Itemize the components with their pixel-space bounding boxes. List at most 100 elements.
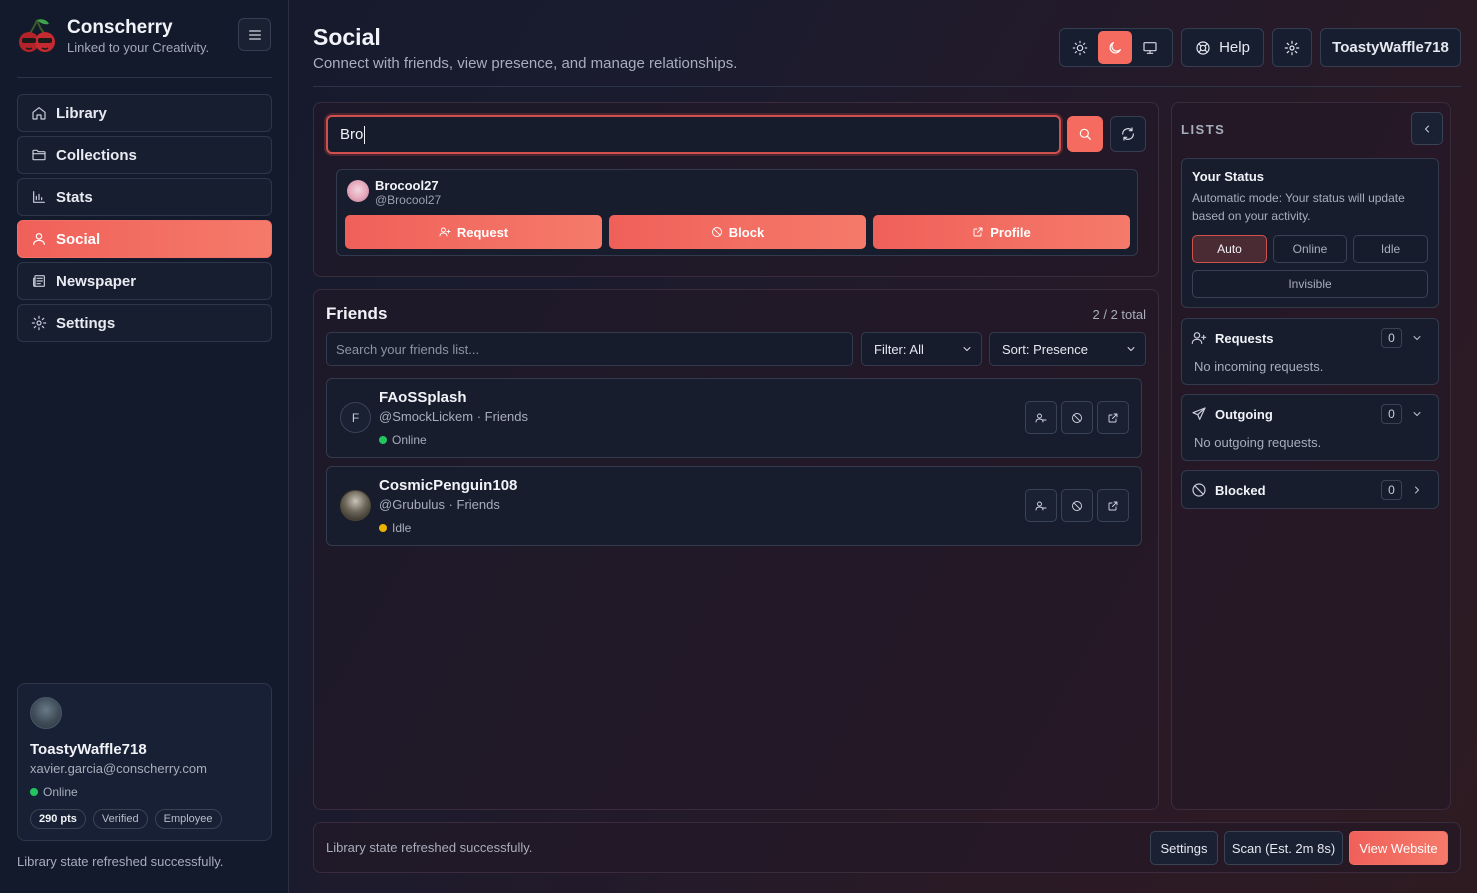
user-menu-label: ToastyWaffle718 [1332, 39, 1449, 56]
chevron-down-icon [963, 347, 971, 351]
user-minus-icon [1035, 501, 1047, 510]
profile-label: Profile [990, 224, 1031, 240]
request-button[interactable]: Request [345, 215, 602, 249]
sidebar-item-social[interactable]: Social [17, 220, 272, 258]
block-button[interactable]: Block [609, 215, 866, 249]
external-link-icon [1108, 501, 1118, 510]
hamburger-icon [248, 29, 261, 40]
help-button[interactable]: Help [1181, 28, 1264, 67]
theme-switcher [1059, 28, 1173, 67]
sidebar: Conscherry Linked to your Creativity. Li… [0, 0, 289, 893]
chevron-down-icon [1413, 336, 1421, 340]
system-theme-button[interactable] [1134, 31, 1167, 64]
sidebar-item-library[interactable]: Library [17, 94, 272, 132]
brand-name: Conscherry [67, 17, 173, 38]
sidebar-nav: Library Collections Stats Social Newspap… [17, 94, 272, 346]
user-name: ToastyWaffle718 [30, 741, 147, 758]
friend-actions [1021, 401, 1129, 434]
view-website-button[interactable]: View Website [1349, 831, 1448, 865]
chevron-right-icon [1415, 486, 1419, 494]
send-icon [1192, 407, 1206, 420]
your-status-card: Your Status Automatic mode: Your status … [1181, 158, 1439, 308]
user-menu-button[interactable]: ToastyWaffle718 [1320, 28, 1461, 67]
friend-status-text: Online [392, 433, 427, 447]
online-dot-icon [379, 436, 387, 444]
status-auto-button[interactable]: Auto [1192, 235, 1267, 263]
avatar: F [340, 402, 371, 433]
user-email: xavier.garcia@conscherry.com [30, 761, 207, 776]
text-caret [364, 125, 366, 144]
lists-title: LISTS [1181, 122, 1226, 137]
block-friend-button[interactable] [1061, 489, 1093, 522]
status-footer: Library state refreshed successfully. Se… [313, 822, 1461, 873]
monitor-icon [1143, 41, 1157, 54]
chevron-down-icon [1413, 412, 1421, 416]
sun-icon [1072, 40, 1087, 55]
blocked-header[interactable]: Blocked 0 [1191, 480, 1431, 500]
profile-button[interactable]: Profile [873, 215, 1130, 249]
status-idle-button[interactable]: Idle [1353, 235, 1428, 263]
scan-button[interactable]: Scan (Est. 2m 8s) [1224, 831, 1343, 865]
gear-icon [31, 315, 47, 331]
idle-dot-icon [379, 524, 387, 532]
requests-section: Requests 0 No incoming requests. [1181, 318, 1439, 385]
ban-icon [1072, 500, 1082, 511]
refresh-icon [1122, 127, 1134, 141]
outgoing-header[interactable]: Outgoing 0 [1191, 404, 1431, 424]
friends-count: 2 / 2 total [1092, 307, 1146, 322]
friend-row[interactable]: CosmicPenguin108 @Grubulus · Friends Idl… [326, 466, 1142, 546]
sidebar-item-newspaper[interactable]: Newspaper [17, 262, 272, 300]
result-actions: Request Block Profile [345, 215, 1130, 249]
search-result-card: Brocool27 @Brocool27 Request Block Profi… [336, 169, 1138, 256]
friend-row[interactable]: F FAoSSplash @SmockLickem · Friends Onli… [326, 378, 1142, 458]
light-theme-button[interactable] [1063, 31, 1096, 64]
refresh-button[interactable] [1110, 116, 1146, 152]
sidebar-item-stats[interactable]: Stats [17, 178, 272, 216]
remove-friend-button[interactable] [1025, 401, 1057, 434]
user-search-panel: Bro Brocool27 @Brocool27 Request Block P… [313, 102, 1159, 277]
status-online-button[interactable]: Online [1273, 235, 1347, 263]
sort-select[interactable]: Sort: Presence [989, 332, 1146, 366]
sidebar-divider [17, 77, 272, 78]
search-icon [1079, 128, 1091, 140]
user-search-input[interactable]: Bro [326, 115, 1061, 154]
cherry-logo-icon [19, 19, 55, 52]
sidebar-item-label: Collections [56, 146, 137, 164]
open-profile-button[interactable] [1097, 489, 1129, 522]
sidebar-toggle-button[interactable] [238, 18, 271, 51]
sidebar-item-label: Library [56, 104, 107, 122]
dark-theme-button[interactable] [1098, 31, 1132, 64]
outgoing-count: 0 [1381, 404, 1402, 424]
block-label: Block [728, 224, 765, 240]
open-profile-button[interactable] [1097, 401, 1129, 434]
user-icon [33, 233, 45, 245]
sidebar-item-collections[interactable]: Collections [17, 136, 272, 174]
status-invisible-button[interactable]: Invisible [1192, 270, 1428, 298]
avatar [340, 490, 371, 521]
user-plus-icon [1191, 332, 1207, 344]
friend-handle: @SmockLickem · Friends [379, 409, 529, 424]
sidebar-item-settings[interactable]: Settings [17, 304, 272, 342]
user-card[interactable]: ToastyWaffle718 xavier.garcia@conscherry… [17, 683, 272, 841]
external-link-icon [973, 227, 983, 237]
friends-search-input[interactable]: Search your friends list... [326, 332, 853, 366]
settings-button[interactable] [1272, 28, 1312, 67]
remove-friend-button[interactable] [1025, 489, 1057, 522]
block-friend-button[interactable] [1061, 401, 1093, 434]
your-status-title: Your Status [1192, 169, 1264, 184]
result-name: Brocool27 [375, 178, 439, 193]
verified-badge: Verified [92, 809, 148, 829]
avatar [30, 697, 62, 729]
filter-select-value: Filter: All [874, 341, 924, 357]
user-badges: 290 pts Verified Employee [30, 809, 259, 829]
requests-header[interactable]: Requests 0 [1191, 328, 1431, 348]
home-icon [32, 107, 46, 120]
collapse-lists-button[interactable] [1411, 112, 1443, 145]
search-input-value: Bro [340, 126, 364, 143]
friend-presence: Online [379, 433, 427, 447]
footer-settings-button[interactable]: Settings [1150, 831, 1218, 865]
sort-select-value: Sort: Presence [1002, 341, 1088, 357]
brand[interactable]: Conscherry Linked to your Creativity. [17, 16, 209, 56]
search-button[interactable] [1067, 116, 1103, 152]
filter-select[interactable]: Filter: All [861, 332, 982, 366]
